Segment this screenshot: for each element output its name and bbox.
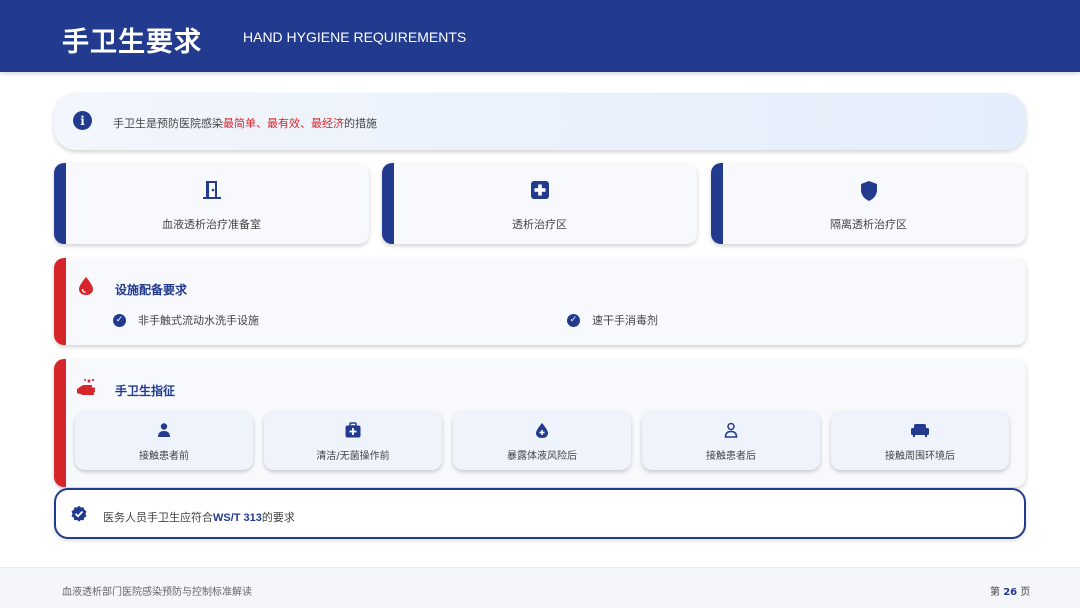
couch-icon xyxy=(910,422,930,442)
area-card-prep-room: 血液透析治疗准备室 xyxy=(54,163,369,244)
page-num-value: 26 xyxy=(1003,587,1018,598)
moment-card: 清洁/无菌操作前 xyxy=(264,411,442,470)
facility-item-label: 速干手消毒剂 xyxy=(592,314,658,327)
hand-wash-icon xyxy=(75,377,97,403)
moment-card: 接触患者后 xyxy=(642,411,820,470)
info-separator: 、 xyxy=(300,117,311,130)
user-outline-icon xyxy=(723,422,739,442)
blood-drop-icon xyxy=(534,422,550,443)
area-card-dialysis-zone: 透析治疗区 xyxy=(382,163,697,244)
info-highlight-most-economical: 最经济 xyxy=(311,117,344,130)
page-title: 手卫生要求 xyxy=(62,27,202,58)
page-footer: 血液透析部门医院感染预防与控制标准解读 第 26 页 xyxy=(0,567,1080,608)
door-icon xyxy=(202,180,222,204)
moment-label: 接触患者前 xyxy=(139,451,189,462)
moment-card: 接触周围环境后 xyxy=(831,411,1009,470)
facility-item: ✓ 速干手消毒剂 xyxy=(567,312,658,328)
facilities-title: 设施配备要求 xyxy=(115,283,188,297)
info-highlight-simplest: 最简单 xyxy=(223,117,256,130)
check-icon: ✓ xyxy=(113,313,126,327)
page-header: 手卫生要求 HAND HYGIENE REQUIREMENTS xyxy=(0,0,1080,72)
info-highlight-most-effective: 最有效 xyxy=(267,117,300,130)
page-subtitle: HAND HYGIENE REQUIREMENTS xyxy=(243,29,467,45)
standard-text: 医务人员手卫生应符合WS/T 313的要求 xyxy=(103,509,295,525)
facilities-section xyxy=(54,258,1026,345)
info-text-prefix: 手卫生是预防医院感染 xyxy=(113,117,223,130)
info-text-suffix: 的措施 xyxy=(344,117,377,130)
area-card-isolation-zone: 隔离透析治疗区 xyxy=(711,163,1026,244)
info-icon: i xyxy=(73,111,92,130)
shield-icon xyxy=(859,180,879,206)
standard-prefix: 医务人员手卫生应符合 xyxy=(103,511,213,524)
area-label: 血液透析治疗准备室 xyxy=(162,218,261,231)
indications-title: 手卫生指征 xyxy=(115,384,176,398)
section-accent-stripe xyxy=(54,258,66,345)
moment-label: 接触周围环境后 xyxy=(885,451,955,462)
info-separator: 、 xyxy=(256,117,267,130)
page-suffix: 页 xyxy=(1020,587,1031,598)
medical-plus-icon xyxy=(530,180,550,204)
moment-label: 清洁/无菌操作前 xyxy=(316,451,390,462)
facility-item: ✓ 非手触式流动水洗手设施 xyxy=(113,312,259,328)
info-text: 手卫生是预防医院感染最简单、最有效、最经济的措施 xyxy=(113,115,377,131)
standard-code: WS/T 313 xyxy=(213,512,262,524)
facility-item-label: 非手触式流动水洗手设施 xyxy=(138,314,259,327)
user-icon xyxy=(156,422,172,442)
badge-check-icon xyxy=(70,505,88,527)
moment-card: 暴露体液风险后 xyxy=(453,411,631,470)
check-icon: ✓ xyxy=(567,313,580,327)
page-number: 第 26 页 xyxy=(990,583,1030,598)
moment-label: 暴露体液风险后 xyxy=(507,451,577,462)
area-label: 透析治疗区 xyxy=(512,218,567,231)
page-prefix: 第 xyxy=(990,587,1000,598)
standard-suffix: 的要求 xyxy=(261,511,295,524)
droplet-icon xyxy=(77,276,95,300)
area-label: 隔离透析治疗区 xyxy=(830,218,907,231)
medkit-icon xyxy=(345,422,362,442)
footer-document-title: 血液透析部门医院感染预防与控制标准解读 xyxy=(62,587,252,598)
moment-card: 接触患者前 xyxy=(75,411,253,470)
moment-label: 接触患者后 xyxy=(706,451,756,462)
section-accent-stripe xyxy=(54,359,66,487)
